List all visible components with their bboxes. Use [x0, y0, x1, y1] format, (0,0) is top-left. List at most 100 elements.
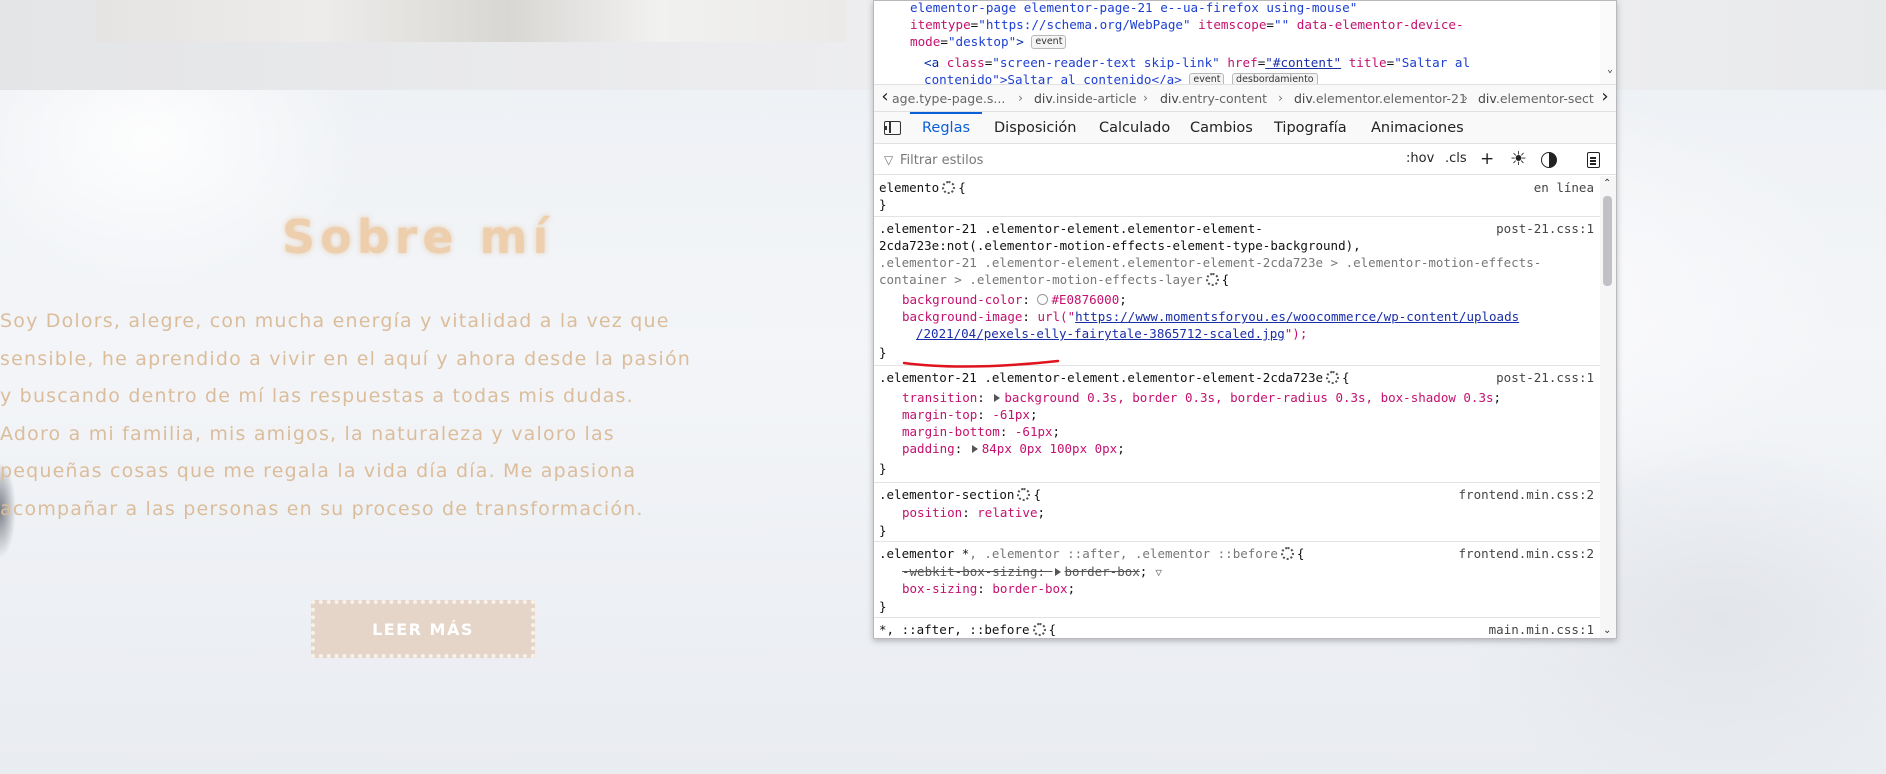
- css-url-link[interactable]: /2021/04/pexels-elly-fairytale-3865712-s…: [916, 326, 1285, 341]
- tab-fonts[interactable]: Tipografía: [1274, 120, 1347, 136]
- event-badge[interactable]: event: [1189, 73, 1225, 84]
- markup-attr: class: [946, 55, 985, 70]
- css-value[interactable]: -61px: [1015, 424, 1053, 439]
- css-property[interactable]: transition: [902, 390, 977, 405]
- css-declaration[interactable]: background-image: url("https://www.momen…: [902, 308, 1519, 326]
- gear-icon[interactable]: [1205, 273, 1219, 286]
- chevron-up-icon[interactable]: ⌃: [1603, 178, 1611, 189]
- rule-source-link[interactable]: main.min.css:1: [1489, 621, 1594, 638]
- hover-state-button[interactable]: :hov: [1406, 151, 1434, 166]
- overflow-badge[interactable]: desbordamiento: [1232, 73, 1318, 84]
- css-rule: .elementor-section{ frontend.min.css:2 p…: [874, 483, 1600, 542]
- chevron-right-icon: ›: [1278, 90, 1283, 105]
- css-property[interactable]: background-color: [902, 292, 1022, 307]
- rule-source-link[interactable]: post-21.css:1: [1496, 369, 1594, 387]
- css-declaration[interactable]: position: relative;: [902, 504, 1045, 522]
- css-property[interactable]: margin-bottom: [902, 424, 1000, 439]
- gear-icon[interactable]: [1017, 488, 1031, 501]
- filter-icon[interactable]: ▽: [1155, 564, 1162, 582]
- css-value[interactable]: -61px: [992, 407, 1030, 422]
- tab-computed[interactable]: Calculado: [1099, 120, 1170, 136]
- tab-rules[interactable]: Reglas: [922, 120, 970, 136]
- chevron-down-icon[interactable]: ⌄: [1607, 61, 1613, 79]
- css-declaration[interactable]: margin-top: -61px;: [902, 406, 1038, 424]
- sidebar-toggle-icon[interactable]: [884, 121, 901, 135]
- css-property[interactable]: box-sizing: [902, 581, 977, 596]
- breadcrumb-item[interactable]: div.elementor-sect: [1478, 91, 1594, 106]
- expand-triangle-icon[interactable]: [1054, 568, 1061, 576]
- filter-icon: ▽: [884, 153, 894, 167]
- markup-attr-value: "screen-reader-text skip-link": [992, 55, 1220, 70]
- rule-source-link[interactable]: post-21.css:1: [1496, 220, 1594, 238]
- css-value[interactable]: relative: [977, 505, 1037, 520]
- css-url-link[interactable]: https://www.momentsforyou.es/woocommerce…: [1075, 309, 1519, 324]
- css-property[interactable]: background-image: [902, 309, 1022, 324]
- gear-icon[interactable]: [1032, 623, 1046, 636]
- add-rule-button[interactable]: +: [1480, 149, 1494, 169]
- rule-selector: elemento: [879, 180, 940, 195]
- gear-icon[interactable]: [1326, 371, 1340, 384]
- css-rule: elemento{ en línea }: [874, 176, 1600, 217]
- chevron-right-icon: ›: [1018, 90, 1023, 105]
- print-media-icon[interactable]: [1587, 152, 1600, 168]
- css-property[interactable]: -webkit-box-sizing: [902, 564, 1037, 579]
- markup-line[interactable]: <a class="screen-reader-text skip-link" …: [924, 54, 1470, 72]
- breadcrumb-item[interactable]: div.elementor.elementor-21: [1294, 91, 1467, 106]
- css-declaration[interactable]: box-sizing: border-box;: [902, 580, 1075, 598]
- rules-scrollbar[interactable]: ⌃ ⌄: [1600, 176, 1616, 638]
- expand-triangle-icon[interactable]: [994, 394, 1001, 402]
- css-property[interactable]: margin-top: [902, 407, 977, 422]
- gear-icon[interactable]: [1280, 547, 1294, 560]
- read-more-button[interactable]: LEER MÁS: [311, 600, 535, 658]
- css-value[interactable]: #E0876000: [1051, 292, 1119, 307]
- chevron-down-icon[interactable]: ⌄: [1603, 625, 1611, 636]
- rule-source-link[interactable]: frontend.min.css:2: [1459, 486, 1594, 504]
- about-line: pequeñas cosas que me regala la vida día…: [0, 460, 637, 482]
- filter-styles-input[interactable]: [900, 150, 1380, 170]
- devtools-panel: elementor-page elementor-page-21 e--ua-f…: [873, 0, 1617, 639]
- breadcrumb-item[interactable]: div.entry-content: [1160, 91, 1267, 106]
- markup-link[interactable]: "#content": [1265, 55, 1341, 70]
- rule-selector: *, ::after, ::before: [879, 622, 1030, 637]
- css-rule: .elementor-21 .elementor-element.element…: [874, 366, 1600, 483]
- tab-layout[interactable]: Disposición: [994, 120, 1076, 136]
- css-rules-list[interactable]: elemento{ en línea } .elementor-21 .elem…: [874, 176, 1600, 638]
- markup-view[interactable]: elementor-page elementor-page-21 e--ua-f…: [874, 1, 1616, 84]
- tab-animations[interactable]: Animaciones: [1371, 120, 1464, 136]
- css-declaration[interactable]: background-color: #E0876000;: [902, 291, 1127, 309]
- color-swatch[interactable]: [1037, 294, 1049, 305]
- css-declaration-highlighted[interactable]: margin-bottom: -61px;: [902, 423, 1060, 441]
- markup-scrollbar[interactable]: ⌄: [1600, 1, 1616, 84]
- chevron-right-icon: ›: [1463, 90, 1468, 105]
- gear-icon[interactable]: [942, 181, 956, 194]
- markup-line[interactable]: contenido">Saltar al contenido</a> event…: [924, 71, 1318, 84]
- css-declaration[interactable]: transition: background 0.3s, border 0.3s…: [902, 389, 1501, 407]
- light-scheme-icon[interactable]: ☀: [1510, 149, 1527, 169]
- rule-source-link[interactable]: frontend.min.css:2: [1459, 545, 1594, 563]
- chevron-right-icon[interactable]: ›: [1596, 88, 1614, 108]
- hero-image: [96, 0, 846, 42]
- rules-toolbar: ▽ :hov .cls + ☀: [874, 145, 1616, 175]
- css-value: url(": [1037, 309, 1076, 324]
- dark-scheme-icon[interactable]: [1541, 152, 1557, 168]
- css-rule: *, ::after, ::before{ main.min.css:1 box…: [879, 621, 1594, 638]
- event-badge[interactable]: event: [1031, 35, 1067, 49]
- markup-attr: itemscope: [1198, 17, 1267, 32]
- class-toggle-button[interactable]: .cls: [1445, 151, 1467, 166]
- css-property[interactable]: position: [902, 505, 962, 520]
- css-value[interactable]: 84px 0px 100px 0px: [982, 441, 1117, 456]
- css-declaration-overridden[interactable]: -webkit-box-sizing: border-box; ▽: [902, 563, 1162, 582]
- expand-triangle-icon[interactable]: [971, 445, 978, 453]
- rule-selector: 2cda723e:not(.elementor-motion-effects-e…: [879, 238, 1361, 253]
- css-value[interactable]: background 0.3s, border 0.3s, border-rad…: [1004, 390, 1493, 405]
- css-declaration[interactable]: /2021/04/pexels-elly-fairytale-3865712-s…: [916, 325, 1307, 343]
- breadcrumb-item[interactable]: div.inside-article: [1034, 91, 1137, 106]
- tab-changes[interactable]: Cambios: [1190, 120, 1253, 136]
- css-value[interactable]: border-box: [992, 581, 1067, 596]
- breadcrumb-item[interactable]: age.type-page.s...: [892, 91, 1005, 106]
- css-declaration[interactable]: padding: 84px 0px 100px 0px;: [902, 440, 1125, 458]
- markup-attr-value: "Saltar al: [1394, 55, 1471, 70]
- scrollbar-thumb[interactable]: [1603, 196, 1612, 286]
- css-property[interactable]: padding: [902, 441, 955, 456]
- css-value[interactable]: border-box: [1065, 564, 1140, 579]
